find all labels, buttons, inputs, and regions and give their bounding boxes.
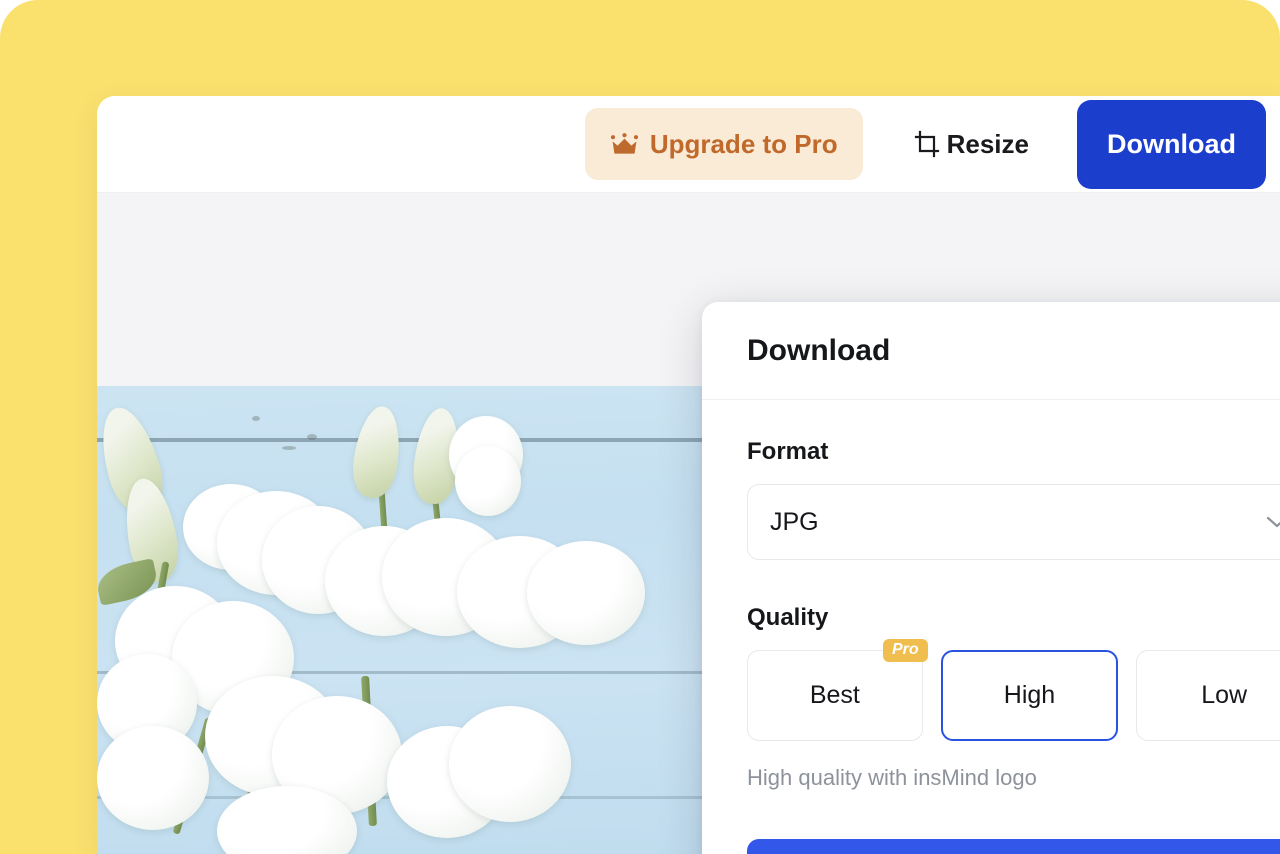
dialog-title: Download [747, 333, 891, 367]
quality-option-label: Low [1201, 681, 1248, 709]
crop-icon [913, 130, 941, 158]
resize-button[interactable]: Resize [887, 108, 1055, 180]
quality-option-low[interactable]: Low [1136, 650, 1280, 741]
quality-option-group: Pro Best High Low [747, 639, 1280, 741]
app-window: Upgrade to Pro Resize Download Download … [97, 96, 1280, 854]
format-selected-value: JPG [770, 507, 819, 536]
dialog-header: Download [702, 302, 1280, 400]
format-section-label: Format [747, 438, 829, 465]
flower-petal [449, 706, 571, 822]
wood-speck [282, 446, 296, 450]
flower-petal [455, 446, 521, 516]
dialog-body: Format JPG Quality Pro Best High Low Hig… [702, 400, 1280, 854]
flower-petal [527, 541, 645, 645]
format-select[interactable]: JPG [747, 484, 1280, 560]
upgrade-to-pro-label: Upgrade to Pro [649, 128, 838, 159]
chevron-down-icon [1265, 515, 1280, 529]
flower-bud [348, 403, 406, 501]
yellow-backdrop: Upgrade to Pro Resize Download Download … [0, 0, 1280, 854]
crown-icon [610, 132, 639, 156]
resize-label: Resize [946, 128, 1029, 159]
header-download-button[interactable]: Download [1077, 99, 1266, 189]
flower-petal [97, 726, 209, 830]
quality-option-high[interactable]: High [940, 650, 1119, 741]
quality-option-best[interactable]: Pro Best [747, 639, 928, 741]
download-dialog: Download Format JPG Quality Pro Best Hig… [702, 302, 1280, 854]
pro-badge: Pro [883, 639, 928, 662]
wood-speck [252, 416, 260, 421]
upgrade-to-pro-button[interactable]: Upgrade to Pro [584, 108, 863, 180]
dialog-download-button[interactable]: Download [747, 839, 1280, 854]
quality-option-label: Best [809, 681, 860, 709]
app-toolbar: Upgrade to Pro Resize Download [97, 96, 1280, 193]
quality-hint-text: High quality with insMind logo [747, 765, 1037, 790]
wood-speck [307, 434, 317, 440]
quality-section-label: Quality [747, 604, 829, 631]
quality-option-label: High [1003, 681, 1056, 709]
